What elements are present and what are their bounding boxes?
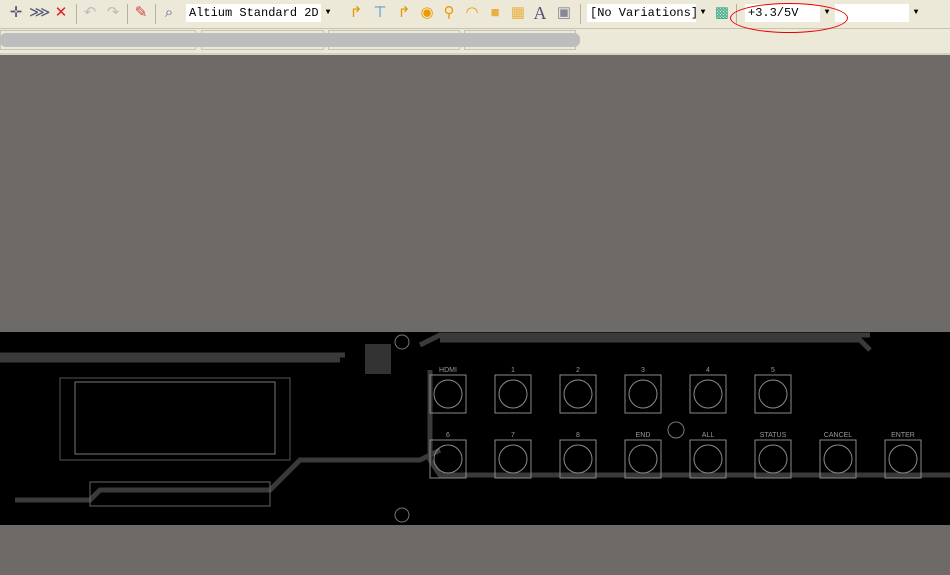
variation-select[interactable]: [No Variations] ▼ [587, 4, 710, 22]
chevron-down-icon[interactable]: ▼ [820, 4, 834, 22]
class-select[interactable]: ▼ [835, 4, 923, 22]
key-switch-footprint [689, 374, 727, 414]
pad-icon[interactable]: ◉ [418, 4, 436, 22]
key-label: CANCEL [824, 432, 853, 439]
key-switch-footprint [624, 374, 662, 414]
mount-hole [667, 421, 685, 439]
pcb-board[interactable]: HDMI 1 2 3 4 5 6 7 8 END ALL STATUS CANCEL ENTER [0, 332, 950, 525]
text-icon[interactable]: A [531, 4, 549, 22]
key-switch-footprint [559, 439, 597, 479]
key-switch-footprint [429, 374, 467, 414]
key-switch-footprint [754, 439, 792, 479]
lcd-window [74, 381, 276, 455]
key-switch-footprint [559, 374, 597, 414]
redacted-tabs [0, 33, 580, 47]
key-switch-outline [693, 444, 723, 474]
fill-icon[interactable]: ■ [486, 4, 504, 22]
undo-icon[interactable]: ↶ [81, 4, 99, 22]
workspace-background[interactable] [0, 55, 950, 332]
key-switch-footprint [754, 374, 792, 414]
key-switch-footprint [494, 374, 532, 414]
key-switch-footprint [819, 439, 857, 479]
net-select[interactable]: +3.3/5V ▼ [745, 4, 834, 22]
separator [127, 4, 128, 24]
key-label: ALL [702, 432, 715, 439]
variation-select-value: [No Variations] [590, 6, 699, 20]
key-label: 6 [446, 432, 450, 439]
key-switch-outline [498, 444, 528, 474]
key-switch-outline [628, 444, 658, 474]
separator [580, 4, 581, 24]
mount-hole [394, 334, 410, 350]
redo-icon[interactable]: ↷ [104, 4, 122, 22]
chevron-down-icon[interactable]: ▼ [909, 4, 923, 22]
via-icon[interactable]: ⚲ [440, 4, 458, 22]
key-label: 4 [706, 367, 710, 374]
component-icon[interactable]: ▣ [555, 4, 573, 22]
mount-hole [394, 507, 410, 523]
pen-icon[interactable]: ✎ [132, 4, 150, 22]
clear-filter-icon[interactable]: ✕ [52, 4, 70, 22]
document-tabs-bar [0, 29, 950, 55]
select-icon[interactable]: ⋙ [29, 4, 50, 22]
key-switch-outline [563, 444, 593, 474]
separator [76, 4, 77, 24]
route-icon[interactable]: ↱ [347, 4, 365, 22]
key-label: 5 [771, 367, 775, 374]
chevron-down-icon[interactable]: ▼ [696, 4, 710, 22]
main-toolbar: ✛ ⋙ ✕ ↶ ↷ ✎ ⌕ Altium Standard 2D ▼ ↱ ⊤ ↱ … [0, 0, 950, 33]
key-label: HDMI [439, 367, 457, 374]
key-label: ENTER [891, 432, 915, 439]
key-label: 3 [641, 367, 645, 374]
view-select-value: Altium Standard 2D [189, 6, 319, 20]
key-label: 8 [576, 432, 580, 439]
view-select[interactable]: Altium Standard 2D ▼ [186, 4, 335, 22]
polygon-icon[interactable]: ▦ [509, 4, 527, 22]
key-switch-outline [433, 379, 463, 409]
key-switch-footprint [884, 439, 922, 479]
key-switch-footprint [689, 439, 727, 479]
fanout-icon[interactable]: ⊤ [371, 4, 389, 22]
key-label: 1 [511, 367, 515, 374]
key-label: END [636, 432, 651, 439]
key-switch-footprint [494, 439, 532, 479]
key-switch-outline [693, 379, 723, 409]
key-switch-outline [563, 379, 593, 409]
key-label: 7 [511, 432, 515, 439]
arc-icon[interactable]: ◠ [463, 4, 481, 22]
inspect-icon[interactable]: ⌕ [160, 4, 178, 22]
separator [736, 4, 737, 24]
separator [155, 4, 156, 24]
pcb-canvas[interactable]: HDMI 1 2 3 4 5 6 7 8 END ALL STATUS CANCEL ENTER [0, 332, 950, 525]
key-label: STATUS [760, 432, 787, 439]
net-select-value: +3.3/5V [748, 6, 799, 20]
key-switch-outline [758, 444, 788, 474]
workspace-background-bottom[interactable] [0, 525, 950, 575]
interactive-route-icon[interactable]: ↱ [395, 4, 413, 22]
move-icon[interactable]: ✛ [7, 4, 25, 22]
key-switch-outline [888, 444, 918, 474]
key-switch-outline [628, 379, 658, 409]
key-label: 2 [576, 367, 580, 374]
regulator [365, 344, 391, 374]
key-switch-footprint [624, 439, 662, 479]
power-traces [0, 332, 950, 503]
key-switch-outline [433, 444, 463, 474]
key-switch-outline [823, 444, 853, 474]
board-icon[interactable]: ▩ [713, 4, 731, 22]
chevron-down-icon[interactable]: ▼ [321, 4, 335, 22]
key-switch-outline [498, 379, 528, 409]
lcd-footprint [59, 377, 291, 461]
key-switch-outline [758, 379, 788, 409]
header-connector [89, 481, 271, 507]
